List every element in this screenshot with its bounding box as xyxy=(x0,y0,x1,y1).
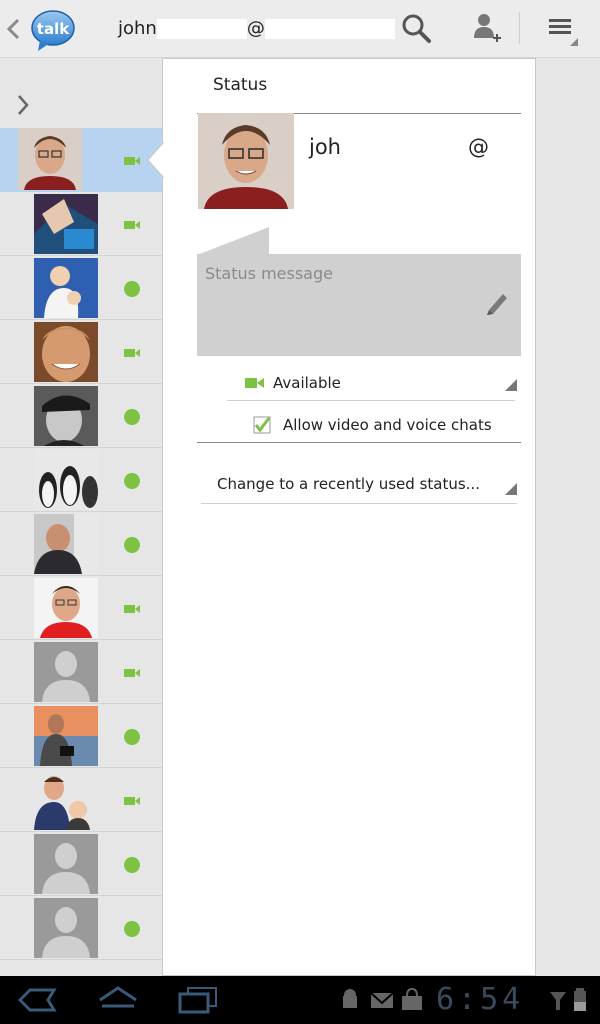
avatar xyxy=(34,578,98,638)
redacted-block xyxy=(156,18,247,39)
contact-item[interactable] xyxy=(0,448,162,512)
contact-item[interactable] xyxy=(0,704,162,768)
contact-list xyxy=(0,128,162,960)
avatar xyxy=(34,770,98,830)
default-avatar-icon xyxy=(34,642,98,702)
video-camera-icon xyxy=(245,378,264,388)
action-bar: talk john @ xyxy=(0,0,600,58)
allow-video-voice-label: Allow video and voice chats xyxy=(283,416,492,434)
toolbar-divider xyxy=(519,12,520,44)
video-chat-icon xyxy=(123,600,141,618)
search-icon[interactable] xyxy=(396,8,436,48)
panel-pointer xyxy=(148,142,164,178)
account-label: john @ xyxy=(118,18,395,39)
profile-name-prefix: joh xyxy=(309,135,341,159)
avatar xyxy=(34,322,98,382)
allow-video-voice-checkbox[interactable]: Allow video and voice chats xyxy=(253,413,523,437)
online-status-icon xyxy=(123,280,141,298)
contact-item[interactable] xyxy=(0,896,162,960)
availability-label: Available xyxy=(273,374,341,392)
online-status-icon xyxy=(123,856,141,874)
redacted-block xyxy=(264,18,395,39)
status-message-field[interactable]: Status message xyxy=(197,254,521,356)
availability-dropdown[interactable]: Available xyxy=(245,371,515,395)
pencil-edit-icon[interactable] xyxy=(485,290,509,316)
divider xyxy=(227,400,515,401)
signal-icon xyxy=(550,992,566,1010)
contact-item[interactable] xyxy=(0,320,162,384)
contact-item[interactable] xyxy=(0,128,162,192)
market-notification-icon xyxy=(402,987,422,1010)
contact-item[interactable] xyxy=(0,192,162,256)
profile-name-at: @ xyxy=(468,135,489,159)
talk-logo-text: talk xyxy=(37,20,70,38)
status-panel: Status joh @ Status message Available Al… xyxy=(162,58,536,976)
online-status-icon xyxy=(123,408,141,426)
divider xyxy=(197,442,521,443)
online-status-icon xyxy=(123,920,141,938)
account-prefix: john xyxy=(118,18,157,39)
bubble-tail xyxy=(197,227,269,255)
recent-apps-icon[interactable] xyxy=(176,984,220,1016)
avatar xyxy=(34,386,98,446)
recent-status-dropdown[interactable]: Change to a recently used status... xyxy=(217,472,515,496)
contact-item[interactable] xyxy=(0,640,162,704)
android-debug-icon xyxy=(343,989,357,1008)
avatar xyxy=(34,450,98,510)
video-chat-icon xyxy=(123,344,141,362)
contact-item[interactable] xyxy=(0,832,162,896)
divider xyxy=(201,503,517,504)
account-at: @ xyxy=(246,18,265,39)
checkbox-checked-icon[interactable] xyxy=(253,416,271,434)
online-status-icon xyxy=(123,728,141,746)
default-avatar-icon xyxy=(34,898,98,958)
dropdown-corner-icon xyxy=(505,379,517,391)
back-nav-icon[interactable] xyxy=(16,984,58,1016)
dropdown-corner-icon xyxy=(505,483,517,495)
recent-status-label: Change to a recently used status... xyxy=(217,475,480,493)
expand-chevron-icon[interactable] xyxy=(14,92,32,118)
profile-photo[interactable] xyxy=(198,113,294,209)
panel-title: Status xyxy=(213,75,268,95)
video-chat-icon xyxy=(123,152,141,170)
back-chevron-icon[interactable] xyxy=(4,14,22,44)
avatar xyxy=(34,514,98,574)
avatar xyxy=(34,194,98,254)
menu-icon[interactable] xyxy=(542,8,582,48)
talk-logo-icon[interactable]: talk xyxy=(30,8,76,52)
video-chat-icon xyxy=(123,216,141,234)
add-contact-icon[interactable] xyxy=(466,8,506,48)
status-message-placeholder: Status message xyxy=(205,264,333,283)
system-bar: 6:54 xyxy=(0,976,600,1024)
avatar xyxy=(34,706,98,766)
status-clock: 6:54 xyxy=(436,982,525,1017)
online-status-icon xyxy=(123,472,141,490)
battery-icon xyxy=(574,988,586,1011)
contact-item[interactable] xyxy=(0,768,162,832)
avatar xyxy=(18,128,82,190)
contact-item[interactable] xyxy=(0,576,162,640)
home-nav-icon[interactable] xyxy=(96,984,140,1016)
gmail-notification-icon xyxy=(370,992,394,1008)
video-chat-icon xyxy=(123,792,141,810)
contact-item[interactable] xyxy=(0,384,162,448)
avatar xyxy=(34,258,98,318)
video-chat-icon xyxy=(123,664,141,682)
contact-item[interactable] xyxy=(0,256,162,320)
profile-name: joh @ xyxy=(309,135,489,159)
contact-item[interactable] xyxy=(0,512,162,576)
default-avatar-icon xyxy=(34,834,98,894)
online-status-icon xyxy=(123,536,141,554)
